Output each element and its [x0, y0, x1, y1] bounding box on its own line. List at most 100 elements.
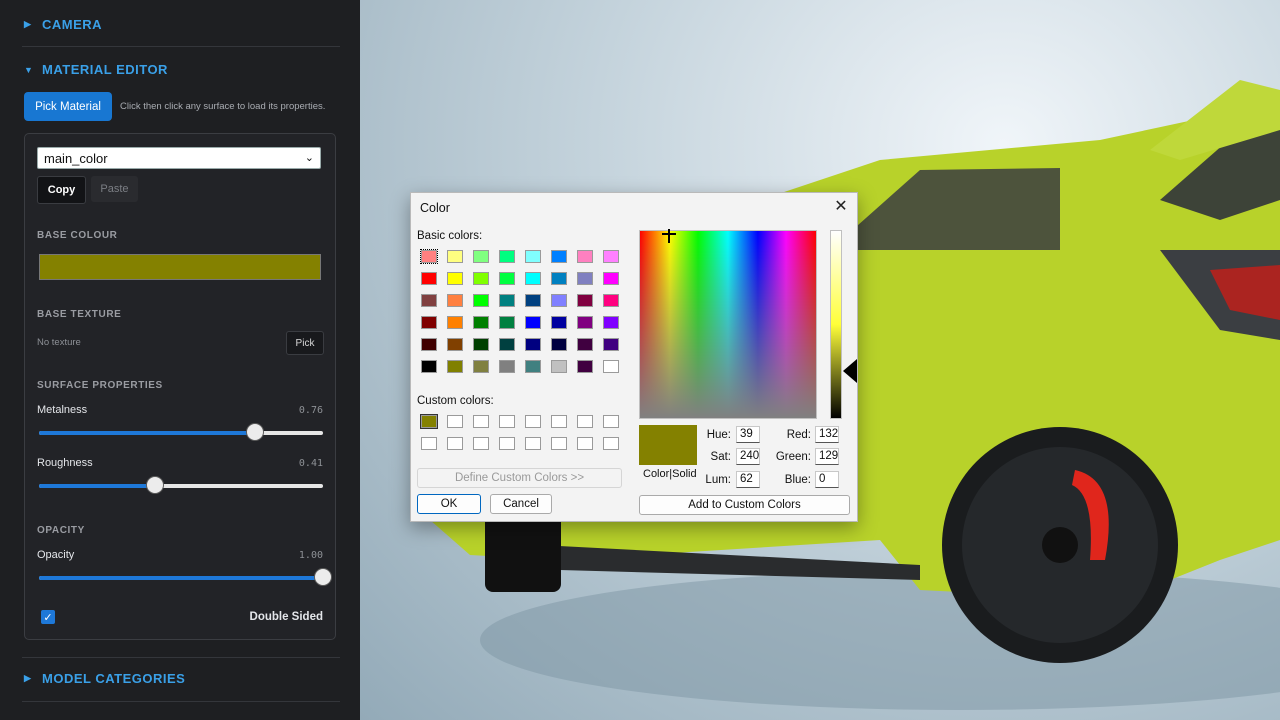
basic-color-swatch[interactable] [525, 316, 541, 329]
basic-color-swatch[interactable] [420, 249, 438, 264]
basic-color-swatch[interactable] [499, 338, 515, 351]
basic-color-swatch[interactable] [603, 250, 619, 263]
lum-input[interactable]: 62 [736, 471, 760, 488]
define-custom-colors-button[interactable]: Define Custom Colors >> [417, 468, 622, 488]
surface-properties-label: SURFACE PROPERTIES [37, 380, 163, 391]
basic-color-swatch[interactable] [603, 338, 619, 351]
basic-color-swatch[interactable] [577, 272, 593, 285]
basic-color-swatch[interactable] [421, 294, 437, 307]
basic-color-swatch[interactable] [473, 316, 489, 329]
basic-color-swatch[interactable] [603, 272, 619, 285]
red-input[interactable]: 132 [815, 426, 839, 443]
basic-color-swatch[interactable] [525, 360, 541, 373]
basic-color-swatch[interactable] [473, 360, 489, 373]
checkmark-icon: ✓ [43, 611, 53, 624]
custom-color-swatch[interactable] [525, 415, 541, 428]
basic-color-swatch[interactable] [603, 316, 619, 329]
basic-color-swatch[interactable] [421, 272, 437, 285]
green-input[interactable]: 129 [815, 448, 839, 465]
basic-color-swatch[interactable] [577, 250, 593, 263]
basic-color-swatch[interactable] [421, 316, 437, 329]
sat-input[interactable]: 240 [736, 448, 760, 465]
metalness-slider-thumb[interactable] [245, 423, 264, 441]
basic-color-swatch[interactable] [447, 316, 463, 329]
close-icon[interactable]: ✕ [831, 197, 851, 217]
copy-button[interactable]: Copy [37, 176, 86, 204]
hue-input[interactable]: 39 [736, 426, 760, 443]
basic-color-swatch[interactable] [577, 316, 593, 329]
opacity-slider-thumb[interactable] [314, 568, 332, 586]
basic-color-swatch[interactable] [473, 272, 489, 285]
basic-color-swatch[interactable] [473, 294, 489, 307]
basic-color-swatch[interactable] [473, 338, 489, 351]
opacity-slider[interactable] [39, 568, 332, 586]
custom-color-swatch[interactable] [525, 437, 541, 450]
basic-color-swatch[interactable] [499, 360, 515, 373]
basic-color-swatch[interactable] [499, 250, 515, 263]
basic-color-swatch[interactable] [551, 316, 567, 329]
custom-color-swatch[interactable] [603, 437, 619, 450]
basic-color-swatch[interactable] [447, 250, 463, 263]
custom-color-swatch[interactable] [551, 437, 567, 450]
dialog-title: Color [420, 201, 450, 215]
roughness-value: 0.41 [298, 458, 323, 469]
custom-color-swatch[interactable] [603, 415, 619, 428]
basic-color-swatch[interactable] [447, 294, 463, 307]
base-colour-swatch[interactable] [39, 254, 321, 280]
basic-color-swatch[interactable] [447, 272, 463, 285]
basic-color-swatch[interactable] [473, 250, 489, 263]
basic-color-swatch[interactable] [421, 360, 437, 373]
basic-color-swatch[interactable] [603, 360, 619, 373]
add-to-custom-colors-button[interactable]: Add to Custom Colors [639, 495, 850, 515]
custom-color-swatch[interactable] [577, 415, 593, 428]
custom-color-swatch[interactable] [577, 437, 593, 450]
texture-pick-button[interactable]: Pick [286, 331, 324, 355]
basic-color-swatch[interactable] [525, 250, 541, 263]
basic-color-swatch[interactable] [499, 272, 515, 285]
custom-color-swatch[interactable] [447, 415, 463, 428]
custom-color-swatch[interactable] [551, 415, 567, 428]
custom-color-swatch[interactable] [499, 437, 515, 450]
pick-material-button[interactable]: Pick Material [24, 92, 112, 121]
caret-right-icon: ▶ [24, 673, 32, 683]
custom-color-swatch[interactable] [473, 415, 489, 428]
basic-color-swatch[interactable] [577, 338, 593, 351]
custom-color-swatch[interactable] [499, 415, 515, 428]
basic-color-swatch[interactable] [499, 294, 515, 307]
paste-button[interactable]: Paste [91, 176, 138, 202]
custom-color-swatch[interactable] [447, 437, 463, 450]
custom-color-swatch[interactable] [420, 414, 438, 429]
camera-section-header[interactable]: ▶ CAMERA [24, 17, 102, 32]
basic-color-swatch[interactable] [603, 294, 619, 307]
blue-input[interactable]: 0 [815, 471, 839, 488]
basic-color-swatch[interactable] [551, 294, 567, 307]
custom-color-swatch[interactable] [473, 437, 489, 450]
double-sided-checkbox[interactable]: ✓ [41, 610, 55, 624]
basic-color-swatch[interactable] [525, 338, 541, 351]
roughness-slider-thumb[interactable] [146, 476, 165, 494]
basic-color-swatch[interactable] [551, 338, 567, 351]
basic-color-swatch[interactable] [499, 316, 515, 329]
color-spectrum[interactable] [639, 229, 817, 419]
material-select[interactable]: main_color ⌄ [37, 147, 321, 169]
metalness-slider-fill [39, 431, 255, 435]
metalness-slider[interactable] [39, 423, 323, 441]
basic-color-swatch[interactable] [577, 360, 593, 373]
basic-color-swatch[interactable] [525, 272, 541, 285]
basic-color-swatch[interactable] [577, 294, 593, 307]
basic-color-swatch[interactable] [551, 272, 567, 285]
custom-color-swatch[interactable] [421, 437, 437, 450]
basic-color-swatch[interactable] [447, 338, 463, 351]
basic-color-swatch[interactable] [525, 294, 541, 307]
basic-color-swatch[interactable] [447, 360, 463, 373]
basic-color-swatch[interactable] [551, 250, 567, 263]
material-editor-section-header[interactable]: ▼ MATERIAL EDITOR [24, 62, 168, 77]
model-categories-section-header[interactable]: ▶ MODEL CATEGORIES [24, 671, 185, 686]
basic-color-swatch[interactable] [421, 338, 437, 351]
roughness-slider[interactable] [39, 476, 323, 494]
basic-color-swatch[interactable] [551, 360, 567, 373]
luminance-bar[interactable] [830, 230, 842, 419]
ok-button[interactable]: OK [417, 494, 481, 514]
luminance-arrow-icon[interactable] [843, 359, 857, 383]
cancel-button[interactable]: Cancel [490, 494, 552, 514]
